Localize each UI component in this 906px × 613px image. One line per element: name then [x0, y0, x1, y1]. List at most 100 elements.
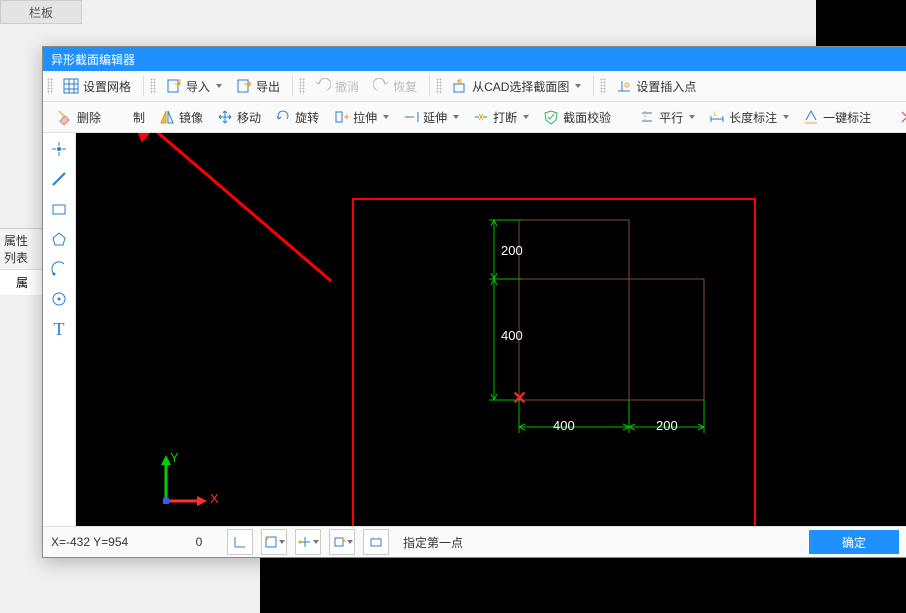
toolbar-grip-icon: [47, 78, 53, 94]
status-zero: 0: [179, 535, 219, 549]
extend-icon: [403, 109, 419, 125]
coord-readout: X=-432 Y=954: [51, 535, 171, 549]
chevron-down-icon: [216, 84, 222, 88]
chevron-down-icon: [347, 540, 353, 544]
parallel-label: 平行: [659, 109, 683, 126]
dim-mid-value: 400: [501, 328, 523, 343]
move-button[interactable]: 移动: [211, 107, 267, 128]
delete-button[interactable]: 删除: [51, 107, 107, 128]
text-tool[interactable]: T: [47, 317, 71, 341]
ok-label: 确定: [842, 534, 866, 551]
mirror-label: 镜像: [179, 109, 203, 126]
titlebar: 异形截面编辑器: [43, 47, 906, 71]
toolbar-grip-icon: [436, 78, 442, 94]
undo-button[interactable]: 撤消: [309, 76, 365, 97]
auto-dim-label: 一键标注: [823, 109, 871, 126]
axis-indicator: [151, 451, 231, 521]
set-grid-label: 设置网格: [83, 78, 131, 95]
separator: [429, 76, 430, 96]
axis-y-text: Y: [170, 450, 179, 465]
check-shield-icon: [543, 109, 559, 125]
chevron-down-icon: [279, 540, 285, 544]
axis-x-text: X: [210, 491, 219, 506]
property-list-title: 属性列表: [0, 229, 42, 270]
separator: [593, 76, 594, 96]
section-editor-window: 异形截面编辑器 设置网格 导入 导出: [42, 46, 906, 558]
arc-tool[interactable]: [47, 257, 71, 281]
copy-label: 制: [133, 109, 145, 126]
break-label: 打断: [493, 109, 517, 126]
snap-grid-toggle[interactable]: [227, 529, 253, 555]
stretch-button[interactable]: 拉伸: [327, 107, 395, 128]
break-icon: [473, 109, 489, 125]
auto-dim-button[interactable]: 一键标注: [797, 107, 877, 128]
property-list-panel: 属性列表 属: [0, 228, 42, 296]
parallel-button[interactable]: 平行: [633, 107, 701, 128]
export-button[interactable]: 导出: [230, 76, 286, 97]
copy-button[interactable]: 制: [109, 107, 151, 128]
more-delete-button[interactable]: 删: [893, 107, 906, 128]
circle-tool[interactable]: [47, 287, 71, 311]
statusbar: X=-432 Y=954 0 指定第一点 确定: [43, 526, 906, 557]
export-icon: [236, 78, 252, 94]
polygon-tool[interactable]: [47, 227, 71, 251]
import-button[interactable]: 导入: [160, 76, 228, 97]
rect-tool[interactable]: [47, 197, 71, 221]
external-tab-label: 栏板: [29, 4, 53, 21]
length-dim-label: 长度标注: [729, 109, 777, 126]
extend-button[interactable]: 延伸: [397, 107, 465, 128]
separator: [143, 76, 144, 96]
export-label: 导出: [256, 78, 280, 95]
chevron-down-icon: [689, 115, 695, 119]
toolbar-row-2: 删除 制 镜像 移动 旋转 拉伸: [43, 102, 906, 133]
delete-label: 删除: [77, 109, 101, 126]
toolbar-grip-icon: [600, 78, 606, 94]
ok-button[interactable]: 确定: [809, 530, 899, 554]
svg-text:L: L: [714, 112, 718, 118]
separator: [292, 76, 293, 96]
rotate-button[interactable]: 旋转: [269, 107, 325, 128]
undo-label: 撤消: [335, 78, 359, 95]
x-delete-icon: [899, 109, 906, 125]
snap-perp-toggle[interactable]: [363, 529, 389, 555]
drawing-canvas[interactable]: ✕ 200 400 400 200 Y X: [76, 133, 906, 526]
verify-button[interactable]: 截面校验: [537, 107, 617, 128]
undo-icon: [315, 78, 331, 94]
insert-point-icon: [616, 78, 632, 94]
set-grid-button[interactable]: 设置网格: [57, 76, 137, 97]
break-button[interactable]: 打断: [467, 107, 535, 128]
redo-icon: [373, 78, 389, 94]
snap-endpoint-toggle[interactable]: [295, 529, 321, 555]
snap-mid-toggle[interactable]: [329, 529, 355, 555]
parallel-icon: [639, 109, 655, 125]
toolbar-grip-icon: [150, 78, 156, 94]
toolbar-grip-icon: [299, 78, 305, 94]
cad-select-icon: [452, 78, 468, 94]
bg-dark-bottom: [260, 558, 906, 613]
toolbar-row-1: 设置网格 导入 导出 撤消 恢复: [43, 71, 906, 102]
length-dim-button[interactable]: L 长度标注: [703, 107, 795, 128]
mirror-button[interactable]: 镜像: [153, 107, 209, 128]
grid-icon: [63, 78, 79, 94]
line-tool[interactable]: [47, 167, 71, 191]
chevron-down-icon: [383, 115, 389, 119]
external-tab: 栏板: [0, 0, 82, 24]
set-insert-button[interactable]: 设置插入点: [610, 76, 702, 97]
from-cad-button[interactable]: 从CAD选择截面图: [446, 76, 587, 97]
window-title: 异形截面编辑器: [51, 51, 135, 68]
move-icon: [217, 109, 233, 125]
stretch-icon: [333, 109, 349, 125]
bg-dark-right: [816, 0, 906, 46]
redo-button[interactable]: 恢复: [367, 76, 423, 97]
move-label: 移动: [237, 109, 261, 126]
set-insert-label: 设置插入点: [636, 78, 696, 95]
origin-marker-icon: ✕: [512, 388, 527, 409]
verify-label: 截面校验: [563, 109, 611, 126]
point-tool[interactable]: [47, 137, 71, 161]
chevron-down-icon: [575, 84, 581, 88]
chevron-down-icon: [523, 115, 529, 119]
dim-bot-right-value: 200: [656, 418, 678, 433]
section-shape: [474, 215, 714, 435]
mirror-icon: [159, 109, 175, 125]
snap-ortho-toggle[interactable]: [261, 529, 287, 555]
